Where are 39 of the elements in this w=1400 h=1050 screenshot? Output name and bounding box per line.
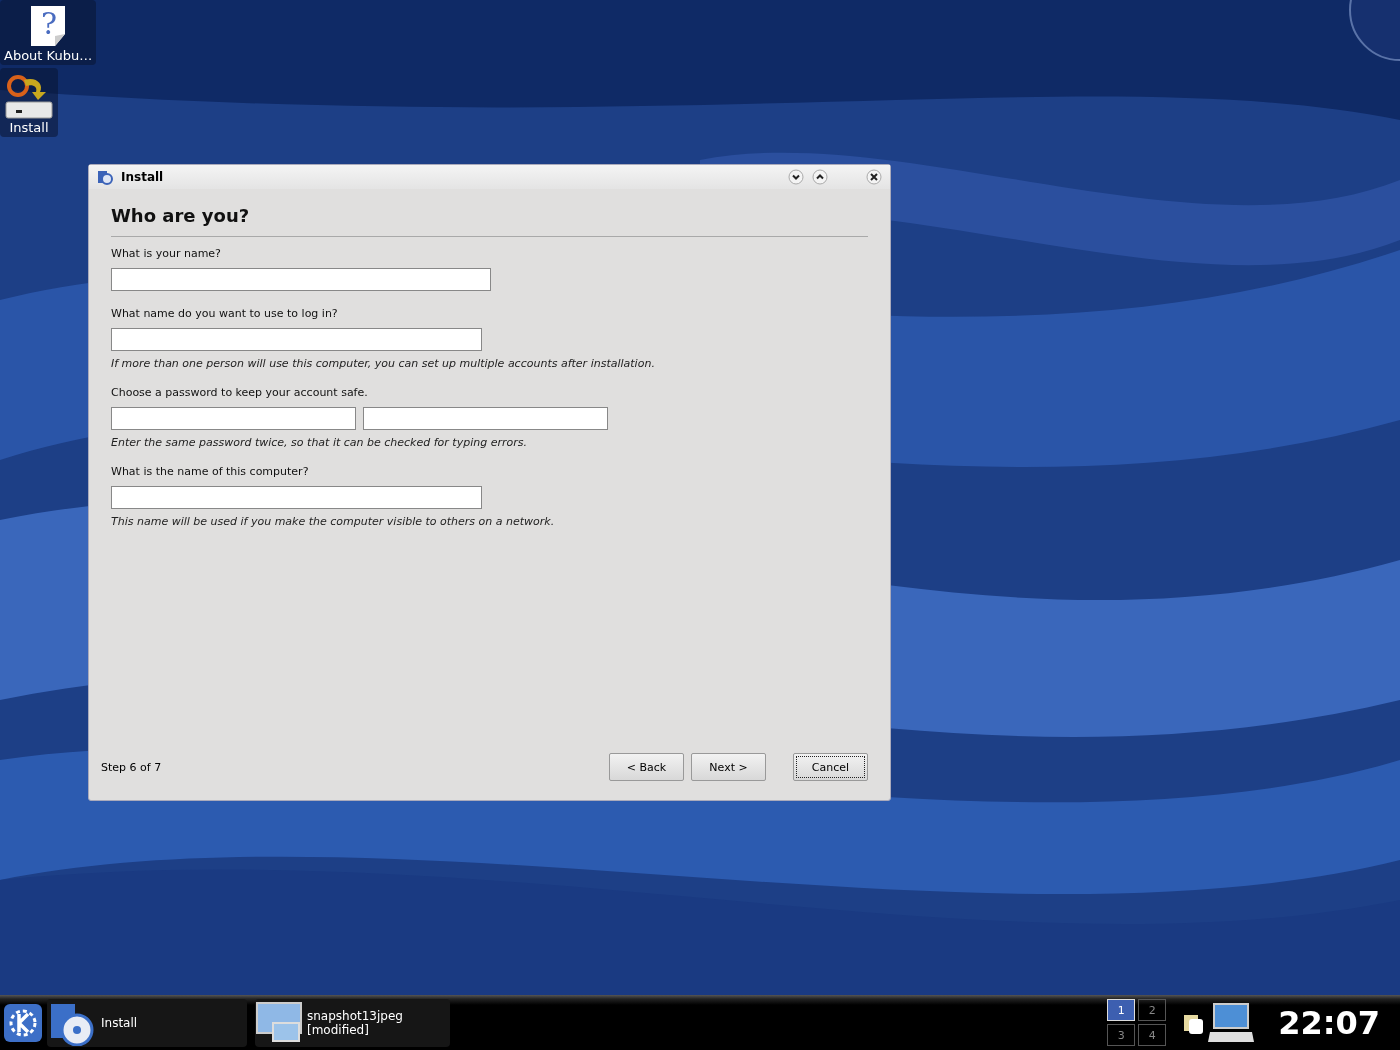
field-label: What is the name of this computer? bbox=[111, 465, 310, 478]
laptop-icon[interactable] bbox=[1208, 1001, 1255, 1044]
text-field[interactable] bbox=[111, 486, 482, 509]
minimize-icon[interactable] bbox=[788, 169, 804, 185]
task-label: [modified] bbox=[307, 1022, 369, 1037]
step-indicator: Step 6 of 7 bbox=[101, 760, 162, 774]
page-heading: Who are you? bbox=[111, 205, 251, 226]
desktop-pager-cell[interactable]: 3 bbox=[1107, 1024, 1136, 1046]
hint-text: Enter the same password twice, so that it can be checked for typing errors. bbox=[111, 436, 528, 449]
icon-label[interactable]: Install bbox=[9, 120, 49, 135]
app-icon bbox=[97, 169, 113, 185]
desktop-pager-cell[interactable]: 4 bbox=[1138, 1024, 1167, 1046]
drive-icon[interactable] bbox=[4, 72, 54, 120]
text-field[interactable] bbox=[111, 328, 482, 351]
field-label: What is your name? bbox=[111, 247, 222, 260]
password-confirm-field[interactable] bbox=[363, 407, 608, 430]
desktop-pager-cell[interactable]: 2 bbox=[1138, 999, 1167, 1021]
task-label: Install bbox=[101, 1015, 138, 1030]
task-button[interactable]: snapshot13jpeg [modified] bbox=[255, 998, 450, 1047]
window-title: Install bbox=[121, 170, 164, 184]
clock: 22:07 bbox=[1278, 1003, 1380, 1042]
dialog-button[interactable]: Cancel bbox=[793, 753, 868, 781]
task-button[interactable]: Install bbox=[47, 998, 247, 1047]
dialog-button[interactable]: Next > bbox=[691, 753, 766, 781]
text-field[interactable] bbox=[111, 268, 491, 291]
icon-label[interactable]: About Kubu… bbox=[4, 48, 93, 63]
task-label: snapshot13jpeg bbox=[307, 1008, 403, 1023]
close-icon[interactable] bbox=[866, 169, 882, 185]
desktop-pager-cell[interactable]: 1 bbox=[1107, 999, 1136, 1021]
hint-text: If more than one person will use this computer, you can set up multiple accounts after installation. bbox=[111, 357, 656, 370]
help-document-icon[interactable]: ? bbox=[29, 4, 68, 48]
k-menu-icon[interactable] bbox=[3, 1002, 43, 1043]
monitor-icon bbox=[255, 1000, 303, 1045]
maximize-icon[interactable] bbox=[812, 169, 828, 185]
password-field[interactable] bbox=[111, 407, 356, 430]
field-label: Choose a password to keep your account safe. bbox=[111, 386, 369, 399]
dialog-button[interactable]: < Back bbox=[609, 753, 684, 781]
field-label: What name do you want to use to log in? bbox=[111, 307, 339, 320]
hint-text: This name will be used if you make the computer visible to others on a network. bbox=[111, 515, 556, 528]
